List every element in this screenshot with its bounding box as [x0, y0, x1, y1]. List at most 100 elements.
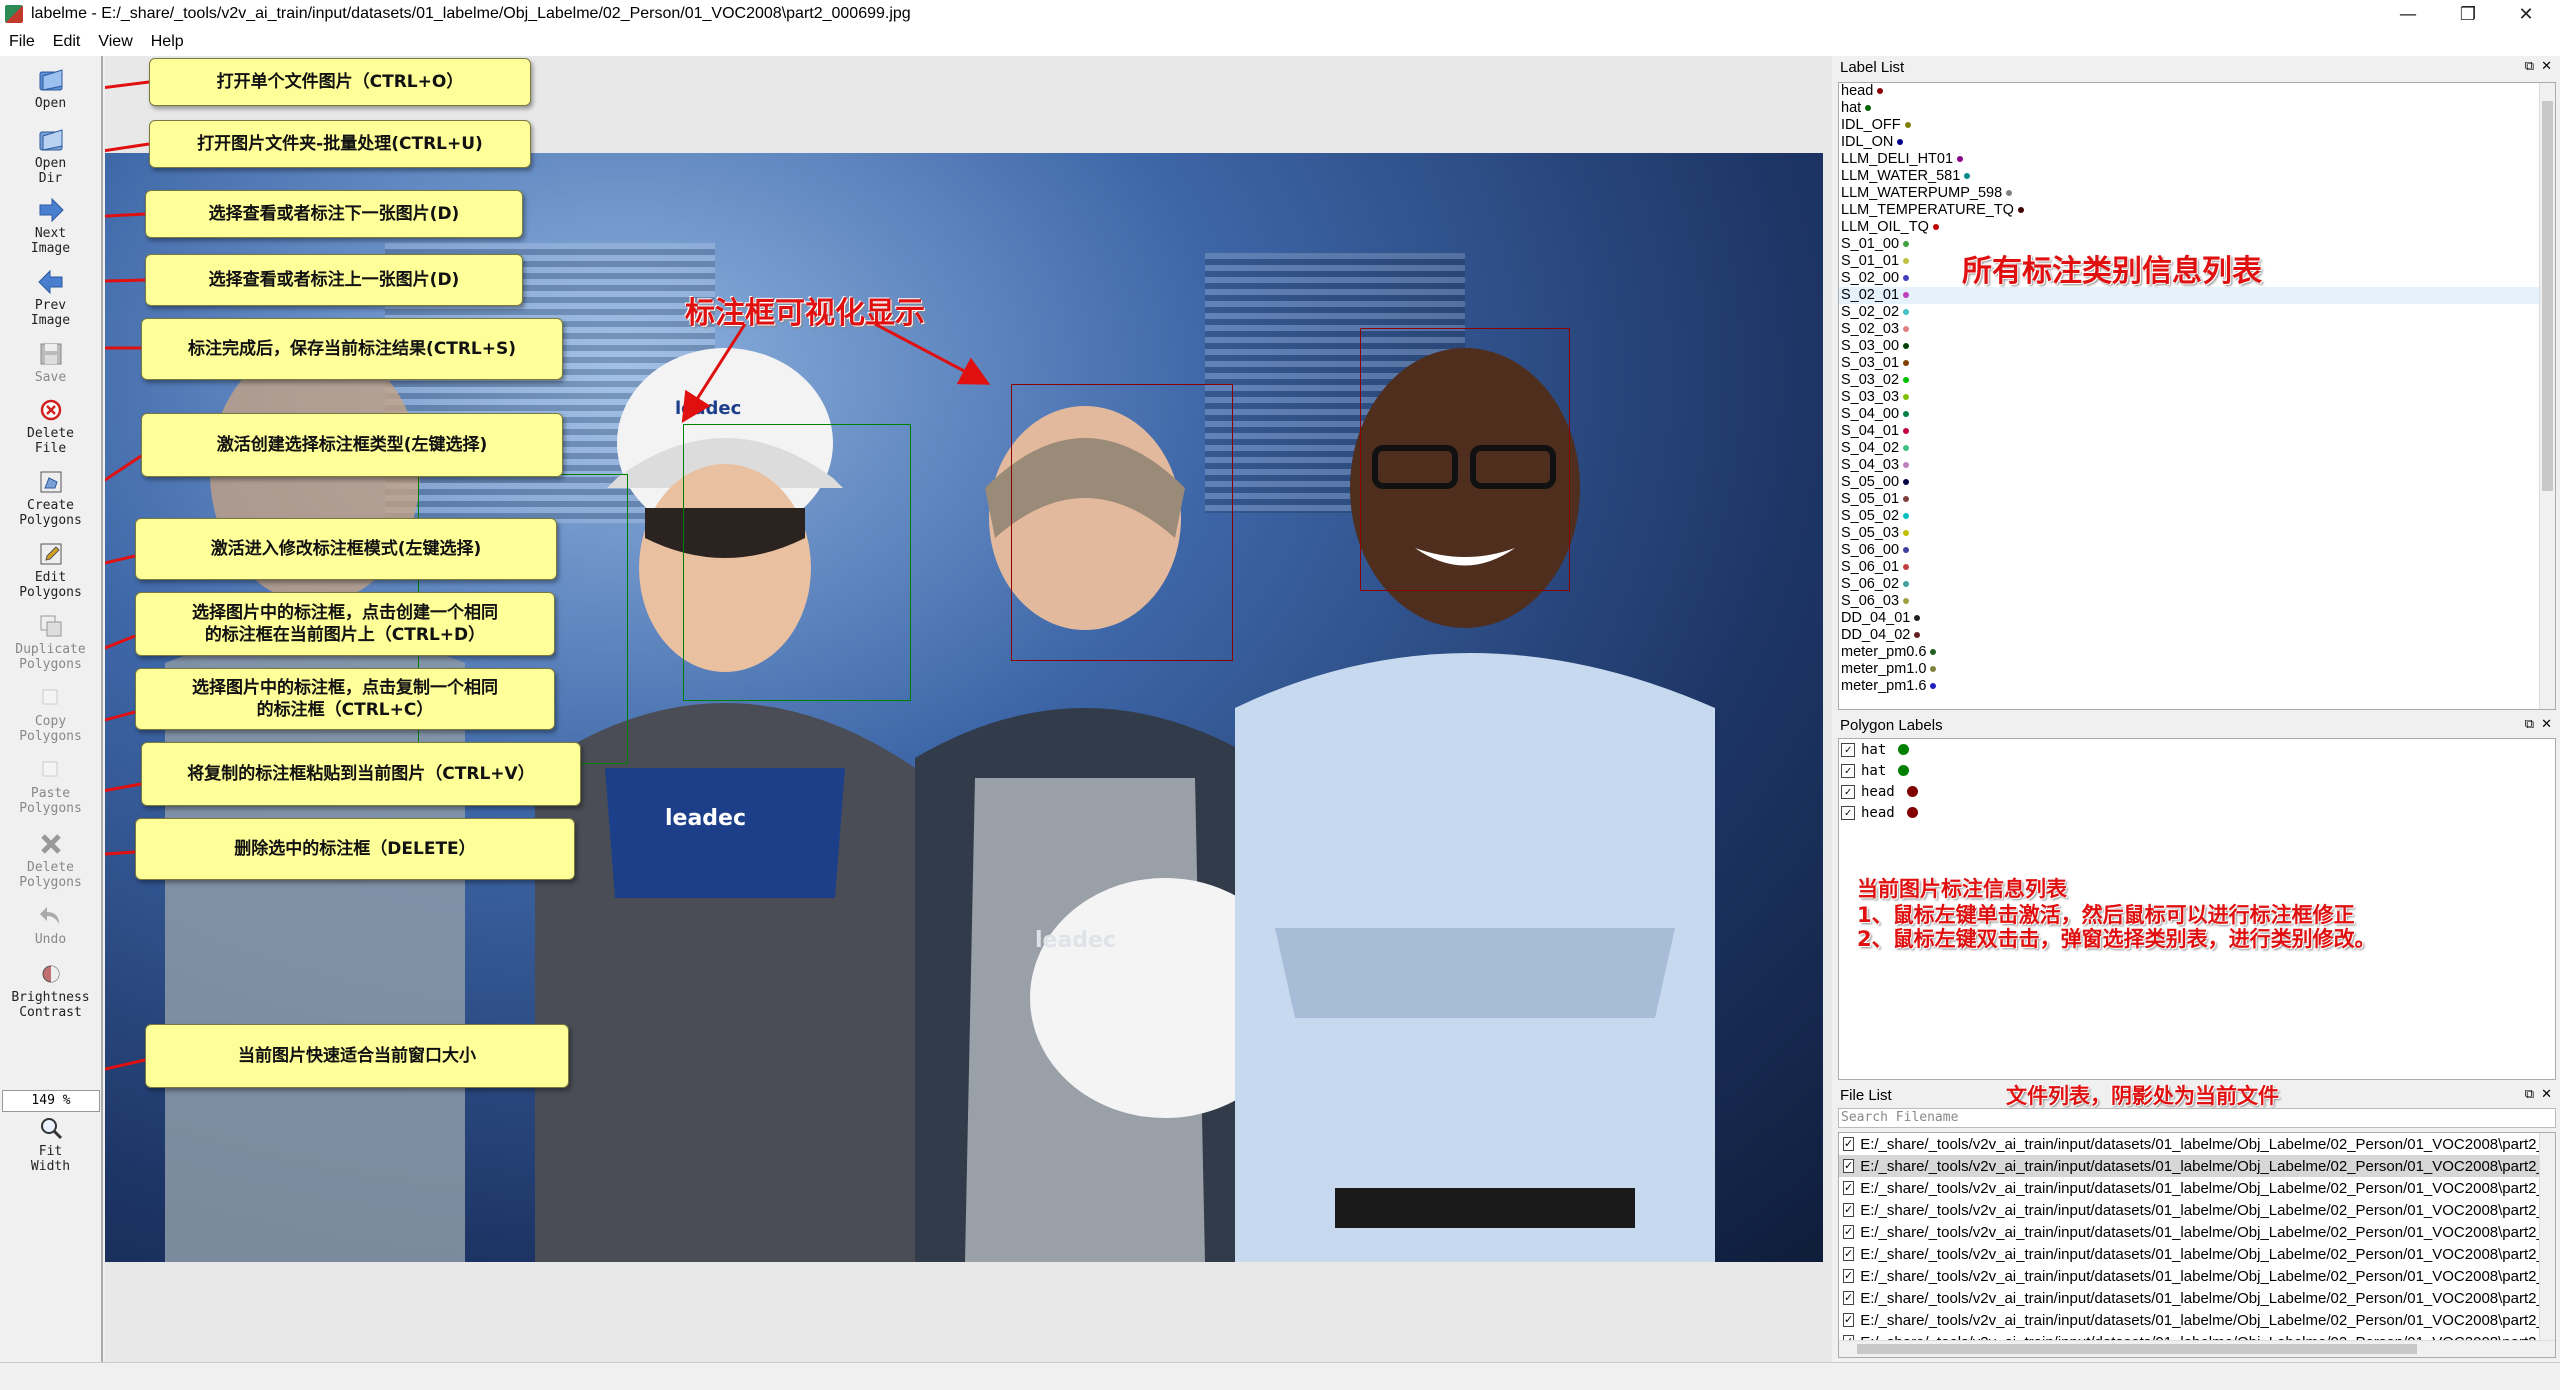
brightness-contrast-button[interactable]: Brightness Contrast	[0, 960, 101, 1020]
label-list-item[interactable]: meter_pm0.6	[1839, 644, 2555, 661]
hscrollbar-thumb[interactable]	[1857, 1344, 2417, 1354]
bbox-head-woman[interactable]	[1011, 384, 1233, 661]
checkbox[interactable]: ✓	[1841, 742, 1855, 757]
file-list-item[interactable]: ✓ E:/_share/_tools/v2v_ai_train/input/dat…	[1839, 1221, 2555, 1243]
label-list-item[interactable]: S_05_00	[1839, 474, 2555, 491]
checkbox[interactable]: ✓	[1843, 1159, 1855, 1173]
undo-button[interactable]: Undo	[0, 902, 101, 947]
float-icon[interactable]: ⧉	[2525, 716, 2534, 732]
file-list[interactable]: ✓ E:/_share/_tools/v2v_ai_train/input/dat…	[1838, 1132, 2556, 1358]
label-list-item[interactable]: DD_04_01	[1839, 610, 2555, 627]
file-list-item[interactable]: ✓ E:/_share/_tools/v2v_ai_train/input/dat…	[1839, 1177, 2555, 1199]
menu-file[interactable]: File	[0, 33, 44, 51]
checkbox[interactable]: ✓	[1843, 1291, 1855, 1305]
minimize-button[interactable]: —	[2382, 0, 2434, 28]
open-dir-button[interactable]: Open Dir	[0, 126, 101, 186]
next-image-button[interactable]: Next Image	[0, 196, 101, 256]
label-list[interactable]: head hat IDL_OFF IDL_ON LLM_DELI_HT01 LLM_WAT…	[1838, 82, 2556, 710]
file-list-item[interactable]: ✓ E:/_share/_tools/v2v_ai_train/input/dat…	[1839, 1287, 2555, 1309]
label-list-item[interactable]: head	[1839, 83, 2555, 100]
file-list-item[interactable]: ✓ E:/_share/_tools/v2v_ai_train/input/dat…	[1839, 1133, 2555, 1155]
label-list-item[interactable]: S_02_03	[1839, 321, 2555, 338]
label-list-item[interactable]: DD_04_02	[1839, 627, 2555, 644]
label-list-item[interactable]: IDL_ON	[1839, 134, 2555, 151]
float-icon[interactable]: ⧉	[2525, 58, 2534, 74]
label-list-item[interactable]: LLM_TEMPERATURE_TQ	[1839, 202, 2555, 219]
file-list-scrollbar[interactable]	[2539, 1133, 2555, 1341]
label-list-item[interactable]: S_04_03	[1839, 457, 2555, 474]
label-list-item[interactable]: S_05_03	[1839, 525, 2555, 542]
label-list-item[interactable]: S_03_00	[1839, 338, 2555, 355]
file-list-item[interactable]: ✓ E:/_share/_tools/v2v_ai_train/input/dat…	[1839, 1309, 2555, 1331]
label-list-item[interactable]: S_05_02	[1839, 508, 2555, 525]
label-list-item[interactable]: S_06_01	[1839, 559, 2555, 576]
close-icon[interactable]: ✕	[2541, 58, 2552, 74]
menu-view[interactable]: View	[89, 33, 141, 51]
checkbox[interactable]: ✓	[1843, 1203, 1855, 1217]
delete-file-button[interactable]: Delete File	[0, 396, 101, 456]
scrollbar-thumb[interactable]	[2542, 101, 2553, 491]
image-canvas[interactable]: leadec leadec leadec 打开单个文件图片（CTRL+O） 打开…	[105, 56, 1832, 1362]
delete-polygons-button[interactable]: Delete Polygons	[0, 830, 101, 890]
fit-width-button[interactable]: Fit Width	[0, 1114, 101, 1174]
label-list-item[interactable]: meter_pm1.6	[1839, 678, 2555, 695]
checkbox[interactable]: ✓	[1843, 1247, 1855, 1261]
close-button[interactable]: ✕	[2500, 0, 2552, 28]
label-list-item[interactable]: S_04_02	[1839, 440, 2555, 457]
label-list-item[interactable]: hat	[1839, 100, 2555, 117]
file-list-item[interactable]: ✓ E:/_share/_tools/v2v_ai_train/input/dat…	[1839, 1155, 2555, 1177]
bbox-hat-woman[interactable]	[683, 424, 911, 701]
polygon-labels-list[interactable]: ✓ hat ✓ hat ✓ head ✓ head 当前图片标注信息列表 1、鼠标左键单击激活…	[1838, 738, 2556, 1080]
paste-polygons-button[interactable]: Paste Polygons	[0, 756, 101, 816]
label-list-item[interactable]: S_02_02	[1839, 304, 2555, 321]
file-search-input[interactable]: Search Filename	[1838, 1108, 2556, 1128]
label-list-item[interactable]: S_06_03	[1839, 593, 2555, 610]
label-list-item[interactable]: LLM_WATER_581	[1839, 168, 2555, 185]
save-button[interactable]: Save	[0, 340, 101, 385]
checkbox[interactable]: ✓	[1843, 1269, 1855, 1283]
maximize-button[interactable]: ❐	[2442, 0, 2494, 28]
file-list-hscrollbar[interactable]	[1839, 1340, 2555, 1357]
label-list-item[interactable]: S_06_02	[1839, 576, 2555, 593]
copy-polygons-button[interactable]: Copy Polygons	[0, 684, 101, 744]
label-list-item[interactable]: S_05_01	[1839, 491, 2555, 508]
float-icon[interactable]: ⧉	[2525, 1086, 2534, 1102]
create-polygons-button[interactable]: Create Polygons	[0, 468, 101, 528]
checkbox[interactable]: ✓	[1841, 784, 1855, 799]
label-list-item[interactable]: meter_pm1.0	[1839, 661, 2555, 678]
menu-help[interactable]: Help	[142, 33, 193, 51]
bbox-head-man[interactable]	[1360, 328, 1570, 591]
polygon-label-item[interactable]: ✓ head	[1839, 781, 2555, 802]
label-list-scrollbar[interactable]	[2539, 83, 2555, 709]
file-list-item[interactable]: ✓ E:/_share/_tools/v2v_ai_train/input/dat…	[1839, 1199, 2555, 1221]
menu-edit[interactable]: Edit	[44, 33, 90, 51]
prev-image-button[interactable]: Prev Image	[0, 268, 101, 328]
checkbox[interactable]: ✓	[1841, 763, 1855, 778]
label-list-item[interactable]: LLM_WATERPUMP_598	[1839, 185, 2555, 202]
edit-polygons-button[interactable]: Edit Polygons	[0, 540, 101, 600]
zoom-field[interactable]: 149 %	[2, 1090, 100, 1112]
close-icon[interactable]: ✕	[2541, 716, 2552, 732]
label-list-item[interactable]: S_03_02	[1839, 372, 2555, 389]
polygon-label-item[interactable]: ✓ head	[1839, 802, 2555, 823]
close-icon[interactable]: ✕	[2541, 1086, 2552, 1102]
duplicate-polygons-button[interactable]: Duplicate Polygons	[0, 612, 101, 672]
open-button[interactable]: Open	[0, 66, 101, 111]
label-list-item[interactable]: LLM_DELI_HT01	[1839, 151, 2555, 168]
label-list-item[interactable]: S_06_00	[1839, 542, 2555, 559]
checkbox[interactable]: ✓	[1843, 1137, 1855, 1151]
checkbox[interactable]: ✓	[1843, 1181, 1855, 1195]
label-list-item[interactable]: S_04_00	[1839, 406, 2555, 423]
polygon-label-item[interactable]: ✓ hat	[1839, 739, 2555, 760]
checkbox[interactable]: ✓	[1843, 1225, 1855, 1239]
label-list-item[interactable]: S_04_01	[1839, 423, 2555, 440]
label-list-item[interactable]: IDL_OFF	[1839, 117, 2555, 134]
label-list-item[interactable]: LLM_OIL_TQ	[1839, 219, 2555, 236]
polygon-label-item[interactable]: ✓ hat	[1839, 760, 2555, 781]
checkbox[interactable]: ✓	[1843, 1313, 1855, 1327]
checkbox[interactable]: ✓	[1841, 805, 1855, 820]
file-list-item[interactable]: ✓ E:/_share/_tools/v2v_ai_train/input/dat…	[1839, 1243, 2555, 1265]
label-list-item[interactable]: S_03_03	[1839, 389, 2555, 406]
file-list-item[interactable]: ✓ E:/_share/_tools/v2v_ai_train/input/dat…	[1839, 1265, 2555, 1287]
label-list-item[interactable]: S_03_01	[1839, 355, 2555, 372]
